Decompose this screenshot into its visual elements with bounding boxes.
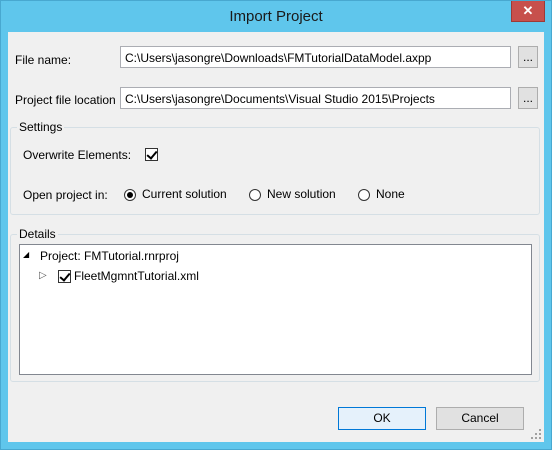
tree-project-node[interactable]: Project: FMTutorial.rnrproj: [40, 249, 179, 263]
ok-button[interactable]: OK: [338, 407, 426, 430]
radio-none[interactable]: [358, 189, 370, 201]
close-icon: ✕: [522, 3, 534, 18]
title-bar[interactable]: Import Project ✕: [1, 1, 551, 32]
resize-grip-icon[interactable]: [531, 429, 542, 440]
settings-group-title: Settings: [17, 120, 65, 134]
file-name-label: File name:: [15, 53, 72, 67]
tree-file-node[interactable]: FleetMgmntTutorial.xml: [74, 269, 199, 283]
radio-none-label[interactable]: None: [376, 187, 405, 201]
file-name-browse-button[interactable]: ...: [518, 46, 538, 68]
details-tree[interactable]: ◢ Project: FMTutorial.rnrproj ▷ FleetMgm…: [19, 244, 532, 375]
tree-file-checkbox[interactable]: [58, 270, 71, 283]
import-project-dialog: Import Project ✕ File name: C:\Users\jas…: [0, 0, 552, 450]
radio-new-solution[interactable]: [249, 189, 261, 201]
radio-current-solution-label[interactable]: Current solution: [142, 187, 227, 201]
radio-new-solution-label[interactable]: New solution: [267, 187, 336, 201]
overwrite-elements-checkbox[interactable]: [145, 148, 158, 161]
radio-current-solution[interactable]: [124, 189, 136, 201]
cancel-button[interactable]: Cancel: [436, 407, 524, 430]
settings-group: Settings Overwrite Elements: Open projec…: [10, 120, 540, 215]
open-project-in-label: Open project in:: [23, 188, 108, 202]
file-name-input[interactable]: C:\Users\jasongre\Downloads\FMTutorialDa…: [120, 46, 511, 68]
tree-expanded-icon[interactable]: ◢: [23, 250, 29, 259]
close-button[interactable]: ✕: [511, 1, 545, 22]
dialog-title: Import Project: [229, 8, 323, 25]
tree-collapsed-icon[interactable]: ▷: [39, 270, 47, 281]
project-location-input[interactable]: C:\Users\jasongre\Documents\Visual Studi…: [120, 87, 511, 109]
details-group-title: Details: [17, 227, 58, 241]
project-location-browse-button[interactable]: ...: [518, 87, 538, 109]
overwrite-elements-label: Overwrite Elements:: [23, 148, 132, 162]
details-group: Details ◢ Project: FMTutorial.rnrproj ▷ …: [10, 227, 540, 382]
dialog-body: File name: C:\Users\jasongre\Downloads\F…: [8, 32, 544, 442]
project-location-label: Project file location: [15, 93, 116, 107]
